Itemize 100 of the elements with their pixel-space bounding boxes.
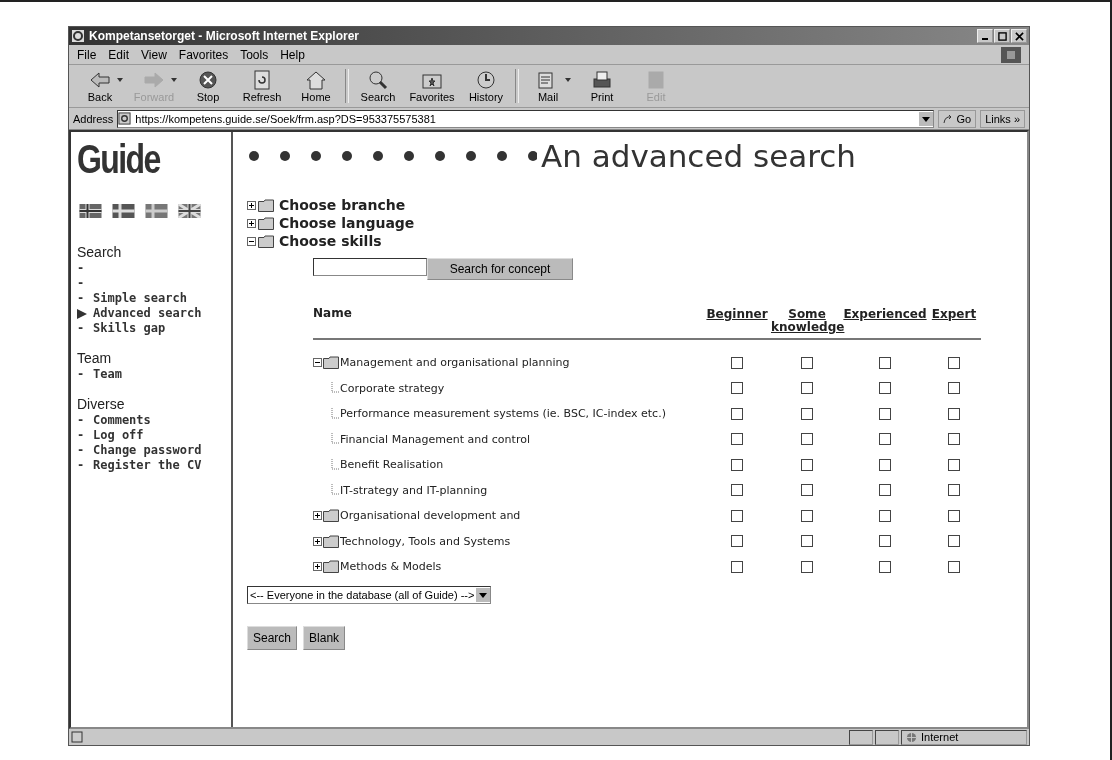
form-button[interactable]: Blank: [303, 625, 346, 650]
expander-icon[interactable]: [313, 562, 322, 572]
checkbox[interactable]: [879, 535, 891, 548]
nav-link[interactable]: Skills gap: [93, 321, 166, 336]
checkbox[interactable]: [731, 560, 743, 573]
checkbox[interactable]: [948, 458, 960, 471]
expander-icon[interactable]: [247, 200, 256, 210]
scope-dropdown[interactable]: <-- Everyone in the database (all of Guide) -->: [247, 585, 491, 604]
checkbox[interactable]: [801, 509, 813, 522]
checkbox[interactable]: [948, 407, 960, 420]
nav-link[interactable]: Register the CV: [93, 458, 202, 473]
checkbox[interactable]: [879, 356, 891, 369]
category-label[interactable]: Choose branche: [279, 197, 406, 213]
go-button[interactable]: Go: [938, 109, 977, 128]
checkbox[interactable]: [948, 433, 960, 446]
toolbar-button[interactable]: Refresh: [237, 69, 287, 103]
column-header-link[interactable]: Beginner: [703, 304, 771, 321]
nav-link[interactable]: Team: [93, 367, 122, 382]
toolbar-button[interactable]: Mail: [523, 69, 573, 103]
checkbox[interactable]: [731, 433, 743, 446]
menu-item[interactable]: View: [141, 47, 167, 62]
nav-link[interactable]: Log off: [93, 428, 144, 443]
address-label: Address: [73, 112, 114, 125]
nav-link[interactable]: Comments: [93, 413, 151, 428]
checkbox[interactable]: [879, 484, 891, 497]
checkbox[interactable]: [801, 356, 813, 369]
checkbox[interactable]: [879, 509, 891, 522]
flag-icon[interactable]: [110, 204, 137, 218]
address-field[interactable]: https://kompetens.guide.se/Soek/frm.asp?DS=953375575381: [117, 109, 935, 128]
minimize-button[interactable]: [977, 29, 993, 43]
toolbar-button[interactable]: Search: [353, 69, 403, 103]
menu-item[interactable]: File: [77, 47, 97, 62]
checkbox[interactable]: [879, 382, 891, 395]
checkbox[interactable]: [948, 560, 960, 573]
folder-icon: [258, 234, 274, 248]
column-header-link[interactable]: Experienced: [843, 304, 927, 321]
expander-icon[interactable]: [313, 511, 322, 521]
flag-icon[interactable]: [176, 204, 203, 218]
minimize-icon: [982, 37, 988, 40]
close-button[interactable]: [1011, 29, 1027, 43]
menu-item[interactable]: Tools: [240, 47, 269, 62]
bullet: -: [77, 413, 86, 428]
toolbar-button[interactable]: Print: [577, 69, 627, 103]
flag-icon[interactable]: [77, 204, 104, 218]
skill-label: Financial Management and control: [340, 432, 530, 446]
menu-item[interactable]: Edit: [108, 47, 130, 62]
checkbox[interactable]: [879, 433, 891, 446]
concept-input-field[interactable]: [313, 258, 427, 276]
checkbox[interactable]: [731, 458, 743, 471]
checkbox[interactable]: [731, 535, 743, 548]
skill-label: Management and organisational planning: [340, 356, 570, 370]
links-button[interactable]: Links »: [980, 109, 1025, 128]
checkbox[interactable]: [879, 458, 891, 471]
expander-icon[interactable]: [313, 358, 322, 368]
nav-link[interactable]: Simple search: [93, 291, 187, 306]
menu-item[interactable]: Help: [280, 47, 305, 62]
nav-link[interactable]: Advanced search: [93, 306, 202, 321]
checkbox[interactable]: [801, 458, 813, 471]
skill-label: Organisational development and: [340, 509, 521, 523]
checkbox[interactable]: [801, 382, 813, 395]
column-header-link[interactable]: Some knowledge: [771, 304, 843, 334]
skill-label: IT-strategy and IT-planning: [340, 483, 488, 497]
window-title: Kompetansetorget - Microsoft Internet Explorer: [89, 29, 361, 43]
menu-item[interactable]: Favorites: [178, 47, 229, 62]
toolbar-button[interactable]: Home: [291, 69, 341, 103]
checkbox[interactable]: [731, 382, 743, 395]
checkbox[interactable]: [948, 509, 960, 522]
category-label[interactable]: Choose skills: [279, 233, 382, 249]
browser-icon: [71, 29, 85, 43]
checkbox[interactable]: [948, 356, 960, 369]
tree-connector-icon: [331, 382, 339, 395]
expander-icon[interactable]: [247, 218, 256, 228]
toolbar-button[interactable]: Stop: [183, 69, 233, 103]
checkbox[interactable]: [801, 535, 813, 548]
checkbox[interactable]: [879, 560, 891, 573]
search-concept-button[interactable]: Search for concept: [427, 258, 573, 280]
nav-link[interactable]: Change password: [93, 443, 202, 458]
category-label[interactable]: Choose language: [279, 215, 415, 231]
checkbox[interactable]: [801, 484, 813, 497]
checkbox[interactable]: [731, 509, 743, 522]
checkbox[interactable]: [731, 356, 743, 369]
toolbar-button[interactable]: Back: [75, 69, 125, 103]
checkbox[interactable]: [731, 407, 743, 420]
checkbox[interactable]: [731, 484, 743, 497]
checkbox[interactable]: [948, 484, 960, 497]
maximize-button[interactable]: [994, 29, 1010, 43]
globe-icon: [906, 731, 917, 743]
checkbox[interactable]: [801, 433, 813, 446]
checkbox[interactable]: [948, 535, 960, 548]
checkbox[interactable]: [948, 382, 960, 395]
home-icon: [304, 69, 328, 91]
checkbox[interactable]: [801, 560, 813, 573]
checkbox[interactable]: [879, 407, 891, 420]
toolbar-button[interactable]: History: [461, 69, 511, 103]
toolbar-button[interactable]: Favorites: [407, 69, 457, 103]
expander-icon[interactable]: [313, 536, 322, 546]
checkbox[interactable]: [801, 407, 813, 420]
column-header-link[interactable]: Expert: [927, 304, 981, 321]
expander-icon[interactable]: [247, 236, 256, 246]
form-button[interactable]: Search: [247, 625, 298, 650]
